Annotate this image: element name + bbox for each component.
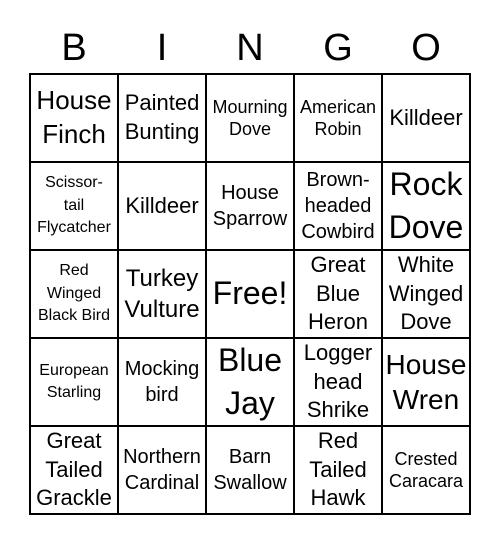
bingo-grid: House Finch Painted Bunting Mourning Dov… xyxy=(29,73,471,515)
bingo-cell: Killdeer xyxy=(382,74,470,162)
bingo-cell: Scissor- tail Flycatcher xyxy=(30,162,118,250)
bingo-cell: House Sparrow xyxy=(206,162,294,250)
bingo-cell: European Starling xyxy=(30,338,118,426)
bingo-header: B I N G O xyxy=(30,22,470,74)
bingo-cell: House Finch xyxy=(30,74,118,162)
free-space: Free! xyxy=(206,250,294,338)
bingo-cell: Brown- headed Cowbird xyxy=(294,162,382,250)
bingo-cell: Turkey Vulture xyxy=(118,250,206,338)
bingo-cell: Mocking bird xyxy=(118,338,206,426)
bingo-cell: House Wren xyxy=(382,338,470,426)
header-letter-o: O xyxy=(411,27,441,69)
bingo-cell: Rock Dove xyxy=(382,162,470,250)
header-letter-g: G xyxy=(323,27,353,69)
bingo-cell: Mourning Dove xyxy=(206,74,294,162)
bingo-cell: Red Tailed Hawk xyxy=(294,426,382,514)
header-letter-i: I xyxy=(156,27,168,69)
bingo-cell: Painted Bunting xyxy=(118,74,206,162)
header-letter-b: B xyxy=(61,27,87,69)
bingo-cell: Great Blue Heron xyxy=(294,250,382,338)
bingo-cell: Logger head Shrike xyxy=(294,338,382,426)
bingo-cell: White Winged Dove xyxy=(382,250,470,338)
bingo-cell: Red Winged Black Bird xyxy=(30,250,118,338)
bingo-cell: Blue Jay xyxy=(206,338,294,426)
bingo-cell: Killdeer xyxy=(118,162,206,250)
bingo-cell: Crested Caracara xyxy=(382,426,470,514)
header-letter-n: N xyxy=(236,27,264,69)
bingo-cell: Barn Swallow xyxy=(206,426,294,514)
bingo-cell: Great Tailed Grackle xyxy=(30,426,118,514)
bingo-cell: American Robin xyxy=(294,74,382,162)
bingo-cell: Northern Cardinal xyxy=(118,426,206,514)
